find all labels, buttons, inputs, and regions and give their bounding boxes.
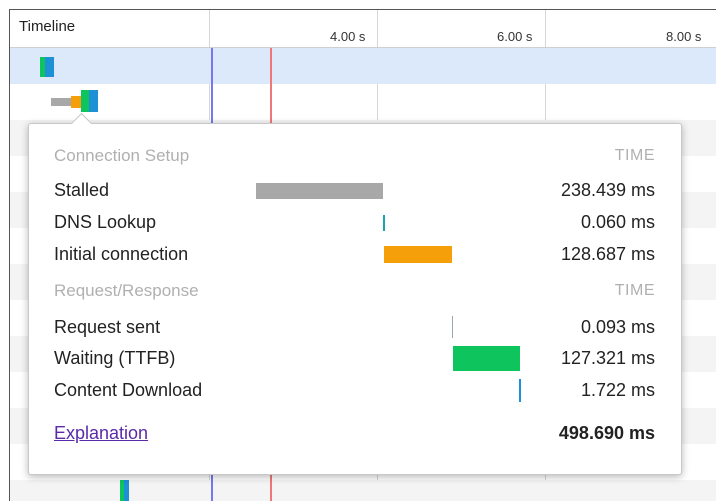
dns-lookup-label: DNS Lookup [54,212,157,232]
initial-connection-bar [384,246,452,263]
request-sent-value: 0.093 ms [580,317,655,337]
request-row[interactable] [10,480,716,501]
dns-lookup-value: 0.060 ms [580,212,655,232]
waiting-ttfb-label: Waiting (TTFB) [54,348,176,368]
explanation-link[interactable]: Explanation [54,423,148,444]
content-download-value: 1.722 ms [580,380,655,400]
waterfall-waiting-bar [81,90,89,112]
waiting-ttfb-value: 127.321 ms [560,348,655,368]
request-response-heading: Request/Response [54,281,199,300]
connection-setup-heading: Connection Setup [54,146,190,165]
waterfall-download-bar [89,90,98,112]
stalled-bar [256,183,383,199]
waterfall-stalled-bar [51,98,71,106]
timing-popover: Connection Setup TIME Stalled 238.439 ms… [28,112,682,475]
request-row[interactable] [10,84,716,120]
request-response-time-header: TIME [614,282,655,299]
stalled-value: 238.439 ms [560,180,655,200]
connection-setup-time-header: TIME [614,147,655,164]
request-sent-bar [452,316,453,338]
request-row-selected[interactable] [10,48,716,84]
request-sent-label: Request sent [54,317,161,337]
stalled-label: Stalled [54,180,110,200]
content-download-label: Content Download [54,380,203,400]
waiting-ttfb-bar [453,346,520,371]
initial-connection-value: 128.687 ms [560,244,655,264]
timeline-header[interactable]: Timeline 4.00 s 6.00 s 8.00 s [10,10,716,48]
waterfall-download-bar [124,480,129,501]
total-time-value: 498.690 ms [558,423,655,443]
initial-connection-label: Initial connection [54,244,189,264]
timeline-tick-label: 8.00 s [666,29,702,44]
waterfall-download-bar [45,57,54,77]
timeline-title: Timeline [19,18,76,35]
waterfall-connection-bar [71,96,81,108]
timeline-tick-label: 4.00 s [330,29,366,44]
dns-lookup-bar [383,215,385,231]
content-download-bar [519,379,521,402]
timeline-tick-label: 6.00 s [497,29,533,44]
